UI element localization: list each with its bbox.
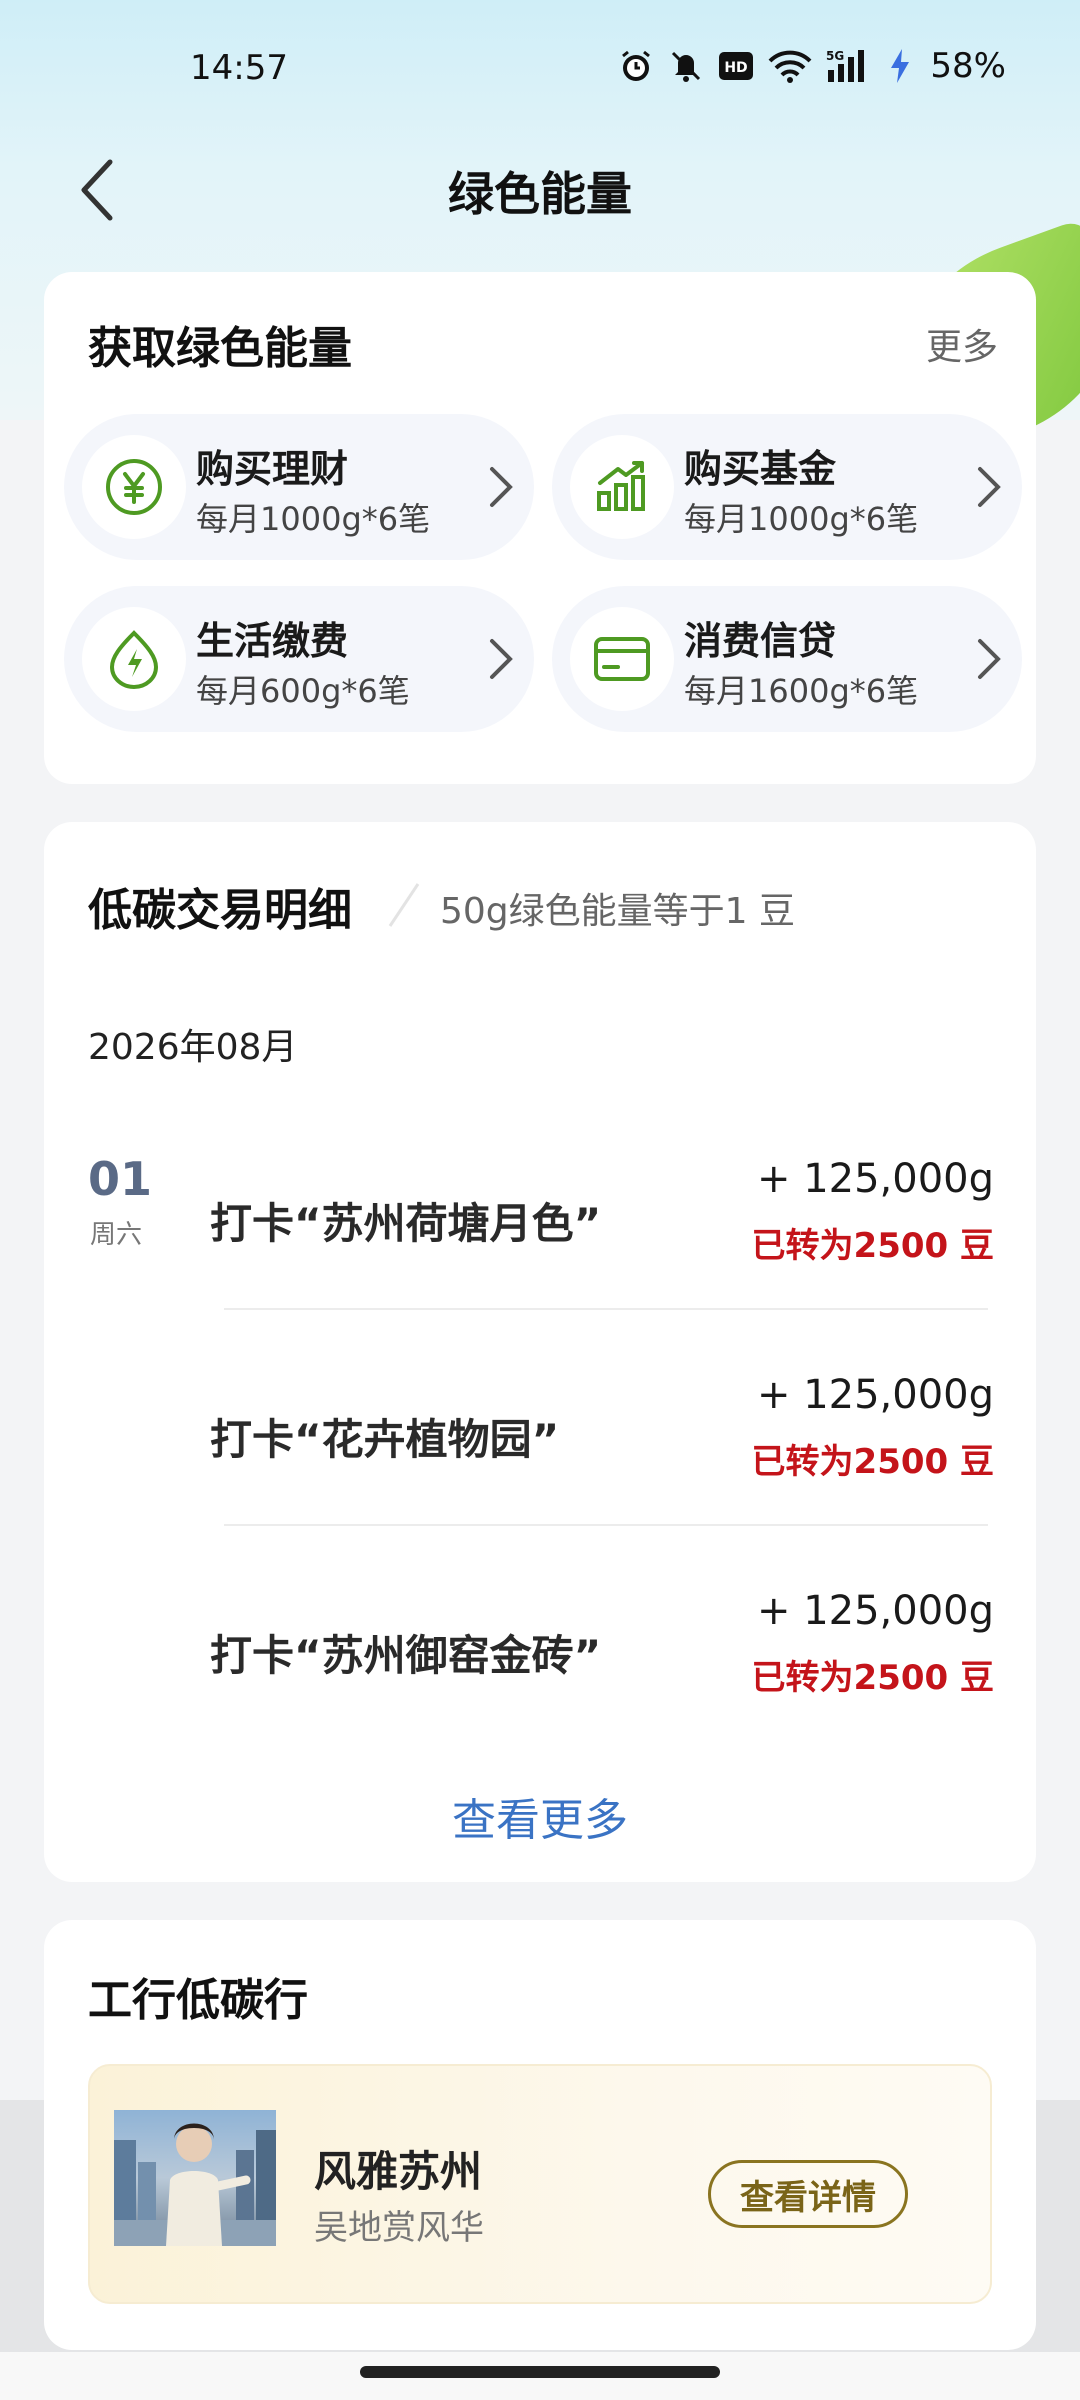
- transaction-name: 打卡“苏州荷塘月色”: [210, 1199, 602, 1248]
- action-utility-payment[interactable]: 生活缴费 每月600g*6笔: [64, 586, 534, 732]
- action-title: 生活缴费: [196, 619, 349, 663]
- view-more-button[interactable]: 查看更多: [44, 1784, 1036, 1848]
- chevron-right-icon: [978, 639, 1001, 679]
- hd-icon: HD: [718, 51, 754, 81]
- transaction-status: 已转为2500 豆: [751, 1226, 994, 1266]
- row-divider: [224, 1308, 988, 1310]
- action-buy-wealth[interactable]: 购买理财 每月1000g*6笔: [64, 414, 534, 560]
- status-icons: HD 5G 58%: [618, 46, 1006, 86]
- action-subtitle: 每月600g*6笔: [196, 672, 410, 710]
- rate-note: 50g绿色能量等于1 豆: [440, 891, 796, 932]
- chevron-right-icon: [490, 467, 513, 507]
- row-divider: [224, 1524, 988, 1526]
- promo-thumbnail: [114, 2110, 276, 2246]
- leaf-lightning-icon: [82, 607, 186, 711]
- network-label: 5G: [826, 49, 844, 63]
- action-title: 购买理财: [196, 447, 349, 491]
- hd-label: HD: [725, 60, 748, 76]
- chevron-right-icon: [978, 467, 1001, 507]
- action-title: 购买基金: [684, 447, 837, 491]
- action-consumer-credit[interactable]: 消费信贷 每月1600g*6笔: [552, 586, 1022, 732]
- promo-subtitle: 吴地赏风华: [314, 2208, 484, 2248]
- bar-chart-trend-icon: [570, 435, 674, 539]
- action-subtitle: 每月1000g*6笔: [684, 500, 919, 538]
- status-time: 14:57: [190, 48, 288, 88]
- credit-card-icon: [570, 607, 674, 711]
- transactions-title: 低碳交易明细: [88, 885, 352, 936]
- transaction-status: 已转为2500 豆: [751, 1442, 994, 1482]
- 5g-signal-icon: 5G: [826, 48, 874, 84]
- battery-percent: 58%: [930, 46, 1006, 86]
- transaction-row[interactable]: 打卡“花卉植物园” + 125,000g 已转为2500 豆: [44, 1338, 1036, 1548]
- transaction-row[interactable]: 打卡“苏州荷塘月色” + 125,000g 已转为2500 豆: [44, 1122, 1036, 1332]
- low-carbon-title: 工行低碳行: [88, 1975, 308, 2026]
- action-buy-fund[interactable]: 购买基金 每月1000g*6笔: [552, 414, 1022, 560]
- transaction-row[interactable]: 打卡“苏州御窑金砖” + 125,000g 已转为2500 豆: [44, 1554, 1036, 1764]
- low-carbon-card: 工行低碳行 风雅苏州 吴地赏风华 查看详情: [44, 1920, 1036, 2350]
- mute-icon: [668, 48, 704, 84]
- action-subtitle: 每月1000g*6笔: [196, 500, 431, 538]
- promo-title: 风雅苏州: [314, 2147, 483, 2196]
- more-link[interactable]: 更多: [926, 318, 998, 370]
- page-title: 绿色能量: [448, 167, 632, 221]
- wifi-icon: [768, 49, 812, 83]
- alarm-icon: [618, 48, 654, 84]
- charging-icon: [888, 48, 912, 84]
- transaction-amount: + 125,000g: [756, 1156, 994, 1202]
- transaction-name: 打卡“苏州御窑金砖”: [210, 1631, 602, 1680]
- month-label: 2026年08月: [88, 1027, 298, 1068]
- action-title: 消费信贷: [684, 619, 837, 663]
- action-subtitle: 每月1600g*6笔: [684, 672, 919, 710]
- earn-energy-card: 获取绿色能量 更多 购买理财 每月1000g*6笔 购买基金 每月1000g*6…: [44, 272, 1036, 784]
- transaction-name: 打卡“花卉植物园”: [210, 1415, 560, 1464]
- promo-banner[interactable]: 风雅苏州 吴地赏风华 查看详情: [88, 2064, 992, 2304]
- yen-coin-icon: [82, 435, 186, 539]
- status-bar: 14:57 HD 5G 58%: [0, 0, 1080, 130]
- view-details-button[interactable]: 查看详情: [708, 2160, 908, 2228]
- transactions-card: 低碳交易明细 50g绿色能量等于1 豆 2026年08月 01 周六 打卡“苏州…: [44, 822, 1036, 1882]
- home-indicator[interactable]: [360, 2366, 720, 2378]
- nav-bar: 绿色能量: [0, 140, 1080, 240]
- chevron-right-icon: [490, 639, 513, 679]
- divider-slash: [388, 883, 420, 927]
- transaction-status: 已转为2500 豆: [751, 1658, 994, 1698]
- transaction-amount: + 125,000g: [756, 1372, 994, 1418]
- earn-energy-title: 获取绿色能量: [88, 323, 352, 374]
- transaction-amount: + 125,000g: [756, 1588, 994, 1634]
